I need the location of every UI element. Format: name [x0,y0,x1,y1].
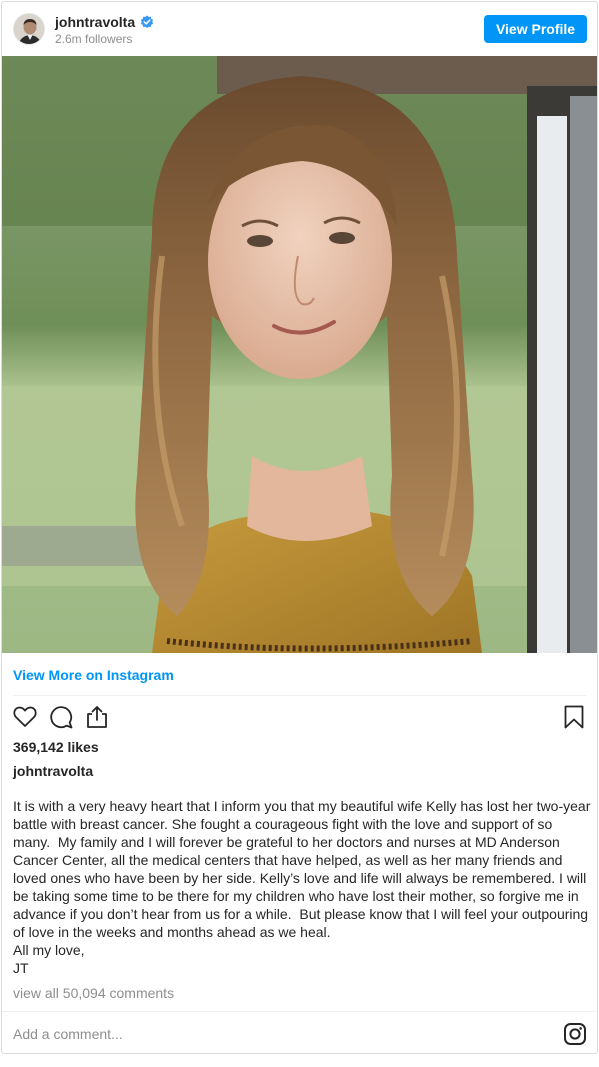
share-icon[interactable] [84,704,110,730]
instagram-icon[interactable] [563,1022,587,1046]
post-photo-image [2,56,597,653]
like-count[interactable]: 369,142 likes [13,739,99,755]
username[interactable]: johntravolta [55,14,135,30]
divider [13,695,586,696]
view-profile-button[interactable]: View Profile [484,15,587,43]
comment-icon[interactable] [48,704,74,730]
follower-count: 2.6m followers [55,32,133,46]
instagram-embed-card: johntravolta 2.6m followers View Profile [1,1,598,1054]
avatar-image [14,14,44,44]
view-more-on-instagram-link[interactable]: View More on Instagram [13,667,174,683]
verified-badge-icon [140,15,154,29]
divider [2,1011,597,1012]
bookmark-icon[interactable] [561,704,587,730]
post-header: johntravolta 2.6m followers View Profile [2,2,597,56]
action-bar [2,704,597,734]
heart-icon[interactable] [12,704,38,730]
caption-username[interactable]: johntravolta [13,763,93,779]
add-comment-input[interactable]: Add a comment... [13,1026,123,1042]
username-row: johntravolta [55,14,154,30]
view-all-comments-link[interactable]: view all 50,094 comments [13,985,174,1001]
avatar[interactable] [13,13,45,45]
post-photo[interactable] [2,56,597,653]
post-caption: It is with a very heavy heart that I inf… [13,798,591,976]
